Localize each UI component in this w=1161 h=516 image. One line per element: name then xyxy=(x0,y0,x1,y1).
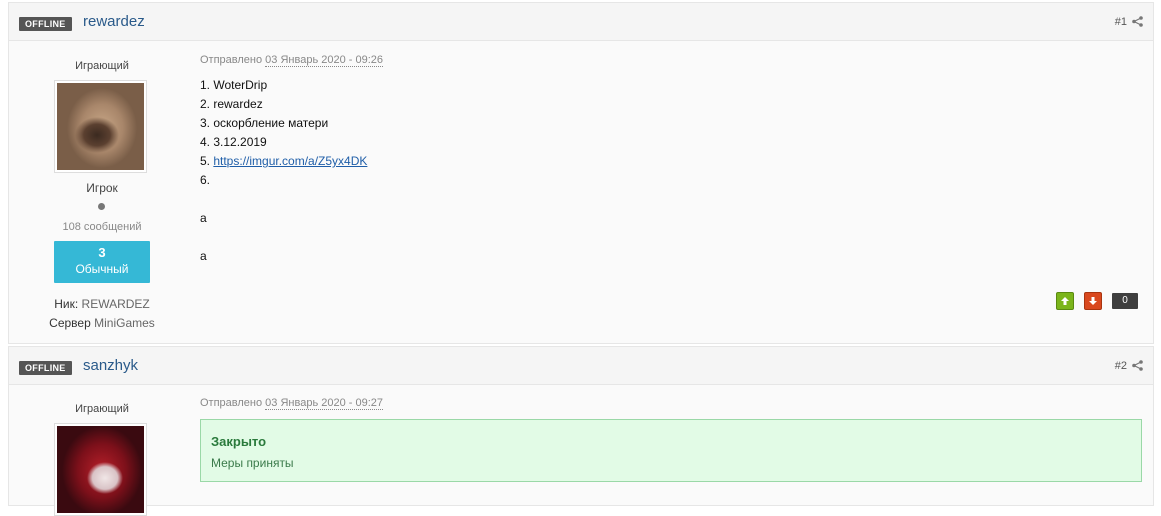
date-value: 03 Январь 2020 - 09:26 xyxy=(265,54,383,67)
author-name-link[interactable]: sanzhyk xyxy=(83,357,138,374)
status-badge: OFFLINE xyxy=(19,17,72,31)
post-number-link[interactable]: #1 xyxy=(1115,16,1127,28)
avatar[interactable] xyxy=(54,423,147,516)
moderation-text: Меры приняты xyxy=(211,456,294,470)
member-group: Игрок xyxy=(86,181,118,195)
arrow-up-icon xyxy=(1061,297,1069,305)
imgur-link[interactable]: https://imgur.com/a/Z5yx4DK xyxy=(213,154,367,168)
post-date: Отправлено 03 Январь 2020 - 09:27 xyxy=(200,397,383,410)
post-1: OFFLINE rewardez #1 Играющий Игрок 108 с… xyxy=(8,2,1154,344)
offline-dot-icon xyxy=(98,203,105,210)
post-header: OFFLINE rewardez #1 xyxy=(9,3,1153,41)
moderation-title: Закрыто xyxy=(211,434,267,449)
reputation-badge: 3 Обычный xyxy=(54,241,150,283)
post-number-link[interactable]: #2 xyxy=(1115,360,1127,372)
profile-field-nick: Ник: REWARDEZ xyxy=(9,297,195,311)
field-value: MiniGames xyxy=(94,316,155,330)
date-value: 03 Январь 2020 - 09:27 xyxy=(265,397,383,410)
avatar[interactable] xyxy=(54,80,147,173)
post-content: 1. WoterDrip 2. rewardez 3. оскорбление … xyxy=(200,76,367,266)
profile-field-server: Сервер MiniGames xyxy=(9,316,195,330)
content-line: 4. 3.12.2019 xyxy=(200,135,267,149)
avatar-image xyxy=(57,83,144,170)
rank-title: Играющий xyxy=(75,60,129,72)
date-prefix: Отправлено xyxy=(200,54,263,66)
rank-title: Играющий xyxy=(75,403,129,415)
content-line-prefix: 5. xyxy=(200,154,214,168)
content-line: 6. xyxy=(200,173,211,187)
moderation-notice: Закрыто Меры приняты xyxy=(200,419,1142,482)
content-line: 2. rewardez xyxy=(200,97,263,111)
avatar-image xyxy=(57,426,144,513)
status-badge: OFFLINE xyxy=(19,361,72,375)
vote-up-button[interactable] xyxy=(1056,292,1074,310)
author-name-link[interactable]: rewardez xyxy=(83,13,145,30)
vote-count: 0 xyxy=(1112,293,1138,309)
post-2: OFFLINE sanzhyk #2 Играющий Отправлено 0… xyxy=(8,346,1154,516)
content-line: a xyxy=(200,211,207,225)
post-count: 108 сообщений xyxy=(62,221,142,233)
share-icon[interactable] xyxy=(1132,360,1143,371)
post-header: OFFLINE sanzhyk #2 xyxy=(9,347,1153,385)
field-label: Ник: xyxy=(54,297,79,311)
content-line: 3. оскорбление матери xyxy=(200,116,329,130)
content-line: 1. WoterDrip xyxy=(200,78,268,92)
content-line: 5. https://imgur.com/a/Z5yx4DK xyxy=(200,152,367,171)
post-date: Отправлено 03 Январь 2020 - 09:26 xyxy=(200,54,383,67)
share-icon[interactable] xyxy=(1132,16,1143,27)
arrow-down-icon xyxy=(1089,297,1097,305)
vote-down-button[interactable] xyxy=(1084,292,1102,310)
reputation-value: 3 xyxy=(98,245,106,260)
field-value: REWARDEZ xyxy=(81,297,150,311)
content-line: a xyxy=(200,249,207,263)
reputation-label: Обычный xyxy=(75,262,129,276)
date-prefix: Отправлено xyxy=(200,397,263,409)
field-label: Сервер xyxy=(49,316,91,330)
